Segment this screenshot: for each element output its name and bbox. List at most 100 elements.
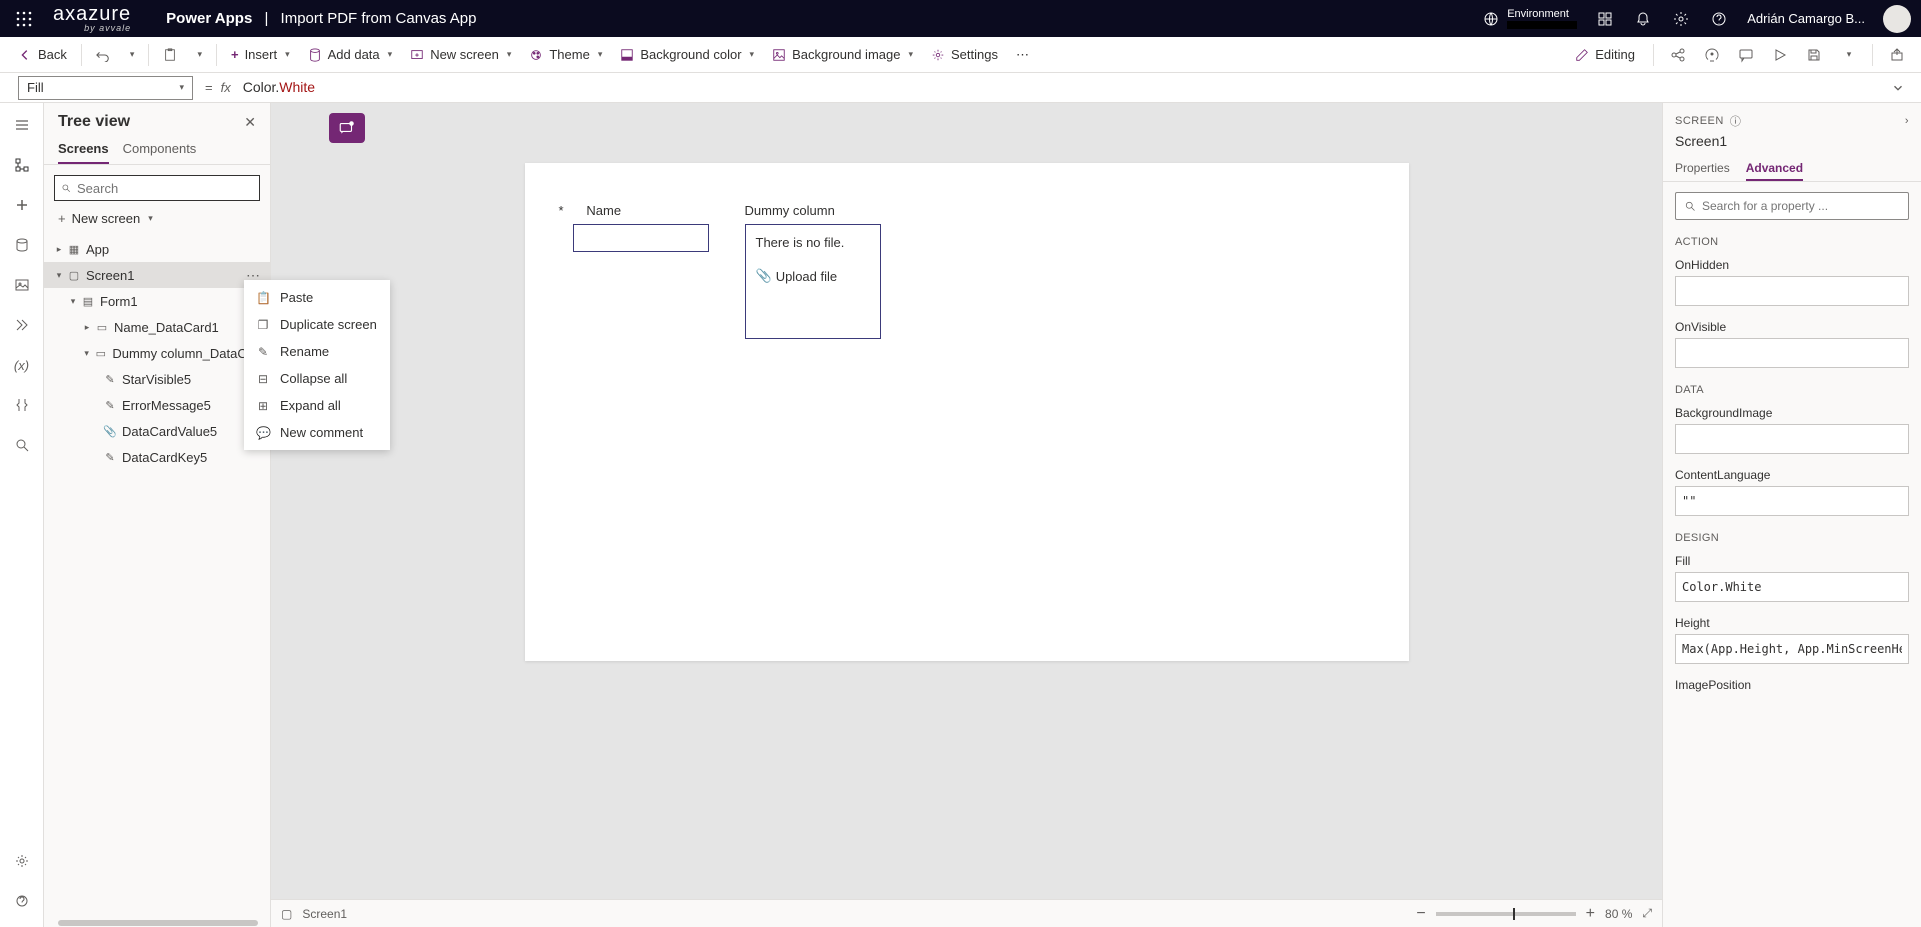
tab-properties[interactable]: Properties <box>1675 157 1730 181</box>
variables-button[interactable]: (x) <box>6 349 38 381</box>
tree-view-panel: Tree view ✕ Screens Components + New scr… <box>44 103 271 927</box>
overflow-button[interactable]: ⋯ <box>1008 43 1037 67</box>
tree-item-form1[interactable]: ▾ ▤ Form1 <box>44 288 270 314</box>
prop-search-field[interactable] <box>1702 199 1900 213</box>
help-icon[interactable] <box>1709 9 1729 29</box>
media-rail-button[interactable] <box>6 269 38 301</box>
input-height[interactable] <box>1675 634 1909 664</box>
input-contentlang[interactable] <box>1675 486 1909 516</box>
insert-button[interactable]: + Insert▾ <box>223 43 298 66</box>
datacard-icon: ▭ <box>93 347 108 360</box>
preview-icon[interactable] <box>1766 41 1794 69</box>
label-icon: ✎ <box>102 451 118 464</box>
bg-color-button[interactable]: Background color▾ <box>612 43 762 66</box>
undo-button[interactable] <box>88 44 118 66</box>
tree-search-input[interactable] <box>54 175 260 201</box>
back-button[interactable]: Back <box>10 43 75 66</box>
paste-dropdown[interactable]: ▾ <box>187 45 210 64</box>
ctx-rename[interactable]: ✎Rename <box>244 338 390 365</box>
zoom-value: 80 <box>1605 907 1618 921</box>
ctx-collapse[interactable]: ⊟Collapse all <box>244 365 390 392</box>
add-data-button[interactable]: Add data▾ <box>300 43 401 66</box>
settings-icon[interactable] <box>1671 9 1691 29</box>
notifications-icon[interactable] <box>1633 9 1653 29</box>
logo: axazure by avvale <box>53 4 131 33</box>
screen-canvas[interactable]: * Name Dummy column There is no file. 📎 … <box>525 163 1409 661</box>
theme-button[interactable]: Theme▾ <box>521 43 610 66</box>
section-design: DESIGN <box>1663 526 1921 550</box>
user-avatar[interactable] <box>1883 5 1911 33</box>
zoom-in-button[interactable]: + <box>1586 905 1595 923</box>
tree-view-button[interactable] <box>6 149 38 181</box>
input-fill[interactable] <box>1675 572 1909 602</box>
tree-search-field[interactable] <box>77 181 253 196</box>
formula-input[interactable]: Color.White <box>239 77 1891 98</box>
zoom-out-button[interactable]: − <box>1416 905 1425 923</box>
input-onvisible[interactable] <box>1675 338 1909 368</box>
user-name[interactable]: Adrián Camargo B... <box>1747 11 1865 26</box>
app-header: axazure by avvale Power Apps | Import PD… <box>0 0 1921 37</box>
expand-formula-button[interactable] <box>1891 81 1921 95</box>
tab-advanced[interactable]: Advanced <box>1746 157 1803 181</box>
tree-item-key[interactable]: ✎ DataCardKey5 <box>44 444 270 470</box>
input-onhidden[interactable] <box>1675 276 1909 306</box>
tab-components[interactable]: Components <box>123 135 197 164</box>
copilot-icon[interactable] <box>1595 9 1615 29</box>
property-selector[interactable]: Fill ▾ <box>18 76 193 100</box>
tree-item-app[interactable]: ▸ ▦ App <box>44 236 270 262</box>
name-text-input[interactable] <box>573 224 709 252</box>
ask-virtual-agent-button[interactable] <box>6 885 38 917</box>
tree-item-screen1[interactable]: ▾ ▢ Screen1 ⋯ <box>44 262 270 288</box>
undo-dropdown[interactable]: ▾ <box>120 45 143 64</box>
tree-item-name-datacard[interactable]: ▸ ▭ Name_DataCard1 <box>44 314 270 340</box>
rename-icon: ✎ <box>256 345 270 359</box>
publish-icon[interactable] <box>1883 41 1911 69</box>
label-contentlang: ContentLanguage <box>1675 468 1909 482</box>
hamburger-button[interactable] <box>6 109 38 141</box>
power-automate-button[interactable] <box>6 309 38 341</box>
environment-picker[interactable]: Environment <box>1483 8 1577 28</box>
app-launcher-button[interactable] <box>10 5 38 33</box>
paste-button[interactable] <box>155 44 185 66</box>
environment-label: Environment <box>1507 8 1577 20</box>
settings-button[interactable]: Settings <box>923 43 1006 66</box>
zoom-slider[interactable] <box>1436 912 1576 916</box>
comments-icon[interactable] <box>1732 41 1760 69</box>
file-upload-box[interactable]: There is no file. 📎 Upload file <box>745 224 881 339</box>
editing-button[interactable]: Editing <box>1567 43 1643 66</box>
tree-new-screen-button[interactable]: + New screen ▾ <box>54 207 260 230</box>
help-icon[interactable]: ⓘ <box>1730 113 1742 129</box>
app-icon: ▦ <box>66 243 82 256</box>
advanced-tools-button[interactable] <box>6 389 38 421</box>
input-bgimage[interactable] <box>1675 424 1909 454</box>
close-tree-button[interactable]: ✕ <box>244 114 256 131</box>
tree-item-error[interactable]: ✎ ErrorMessage5 <box>44 392 270 418</box>
checker-icon[interactable] <box>1698 41 1726 69</box>
insert-rail-button[interactable] <box>6 189 38 221</box>
tree-item-dummy-datacard[interactable]: ▾ ▭ Dummy column_DataCard4 <box>44 340 270 366</box>
save-icon[interactable] <box>1800 41 1828 69</box>
tree-item-value[interactable]: 📎 DataCardValue5 <box>44 418 270 444</box>
data-rail-button[interactable] <box>6 229 38 261</box>
tree-hscroll[interactable] <box>44 918 270 927</box>
share-icon[interactable] <box>1664 41 1692 69</box>
tab-screens[interactable]: Screens <box>58 135 109 164</box>
properties-panel: SCREEN ⓘ › Screen1 Properties Advanced A… <box>1662 103 1921 927</box>
settings-rail-button[interactable] <box>6 845 38 877</box>
formula-bar: Fill ▾ = fx Color.White <box>0 73 1921 103</box>
bg-image-button[interactable]: Background image▾ <box>764 43 921 66</box>
tree-item-star[interactable]: ✎ StarVisible5 <box>44 366 270 392</box>
search-rail-button[interactable] <box>6 429 38 461</box>
canvas-viewport[interactable]: * Name Dummy column There is no file. 📎 … <box>271 103 1662 899</box>
ctx-expand[interactable]: ⊞Expand all <box>244 392 390 419</box>
ctx-paste[interactable]: 📋Paste <box>244 284 390 311</box>
ctx-comment[interactable]: 💬New comment <box>244 419 390 446</box>
ctx-duplicate[interactable]: ❐Duplicate screen <box>244 311 390 338</box>
save-dropdown[interactable]: ▾ <box>1834 41 1862 69</box>
copilot-floating-button[interactable] <box>329 113 365 143</box>
prop-search-input[interactable] <box>1675 192 1909 220</box>
fit-to-window-button[interactable]: ⤢ <box>1642 906 1652 921</box>
expand-panel-button[interactable]: › <box>1905 115 1909 127</box>
upload-file-link[interactable]: 📎 Upload file <box>756 268 870 284</box>
new-screen-button[interactable]: New screen▾ <box>402 43 519 66</box>
